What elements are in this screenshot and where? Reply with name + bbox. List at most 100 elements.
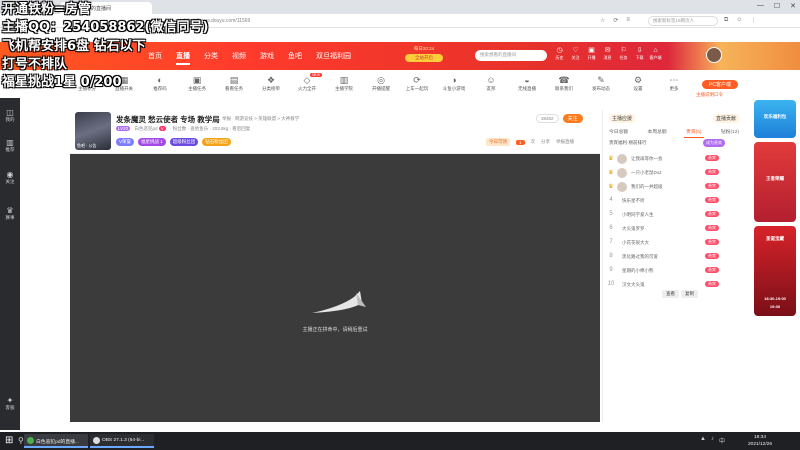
url-field[interactable]: https://www.douyu.com/11569 — [180, 16, 390, 26]
sidebar-item-follow[interactable]: ◉ 关注 — [0, 170, 20, 185]
minimize-icon[interactable]: — — [757, 2, 764, 10]
search-icon[interactable]: ⚲ — [18, 436, 24, 445]
taskbar-app-browser[interactable]: 白色恶犯pd的直播... — [24, 434, 88, 448]
header-task-button[interactable]: ⚐ 任务 — [617, 46, 630, 61]
rank-avatar[interactable] — [617, 168, 627, 178]
contribution-tab[interactable]: 直播贡献 — [712, 114, 739, 123]
rank-username[interactable]: 小明同学爱人生 — [622, 212, 654, 218]
category-item[interactable]: ⟳ 上车一起玩 — [400, 74, 434, 92]
header-banner[interactable] — [668, 42, 800, 70]
share-button[interactable]: 分享 — [541, 139, 550, 145]
category-item[interactable]: ⋯ 更多 — [657, 74, 691, 92]
rank-row[interactable]: ♛ 我们的一并超级 贵宾 — [607, 182, 741, 194]
category-item[interactable]: ▥ 主播学院 — [327, 74, 361, 92]
view-button[interactable]: 查看 — [662, 290, 679, 298]
nav-home[interactable]: 首页 — [148, 51, 162, 65]
header-promo[interactable]: 每日20:24 全站开启 — [405, 46, 443, 66]
nav-category[interactable]: 分类 — [204, 51, 218, 65]
pc-client-button[interactable]: PC客户端 — [702, 80, 738, 89]
nav-video[interactable]: 视频 — [232, 51, 246, 65]
extension-icon[interactable]: ⧉ — [724, 17, 728, 24]
tab-vip[interactable]: 贵宾(5) — [684, 126, 704, 138]
rank-username[interactable]: 黑化路过我的可爱 — [622, 254, 658, 260]
header-follow-button[interactable]: ♡ 关注 — [569, 46, 582, 61]
rank-row[interactable]: 7 小花花很大大 贵宾 — [607, 238, 741, 250]
rank-username[interactable]: 我们的一并超级 — [631, 184, 663, 190]
star-icon[interactable]: ☆ — [600, 17, 605, 24]
network-icon[interactable]: ▲ — [700, 436, 706, 445]
become-vip-button[interactable]: 成为贵宾 — [703, 139, 725, 147]
rank-row[interactable]: ♛ 让我再等你一会 贵宾 — [607, 154, 741, 166]
taskbar-app-obs[interactable]: OBS 27.1.3 (64-bi... — [90, 434, 154, 448]
category-item[interactable]: ✎ 发布动态 — [584, 74, 618, 92]
ad-banner-2[interactable]: 王者荣耀 — [754, 142, 796, 222]
support-tab[interactable]: 主播应援 — [609, 114, 636, 123]
category-item[interactable]: ◑ 斗鱼小游戏 — [437, 74, 471, 92]
promo-button[interactable]: 全站开启 — [405, 54, 443, 62]
tab-diamond[interactable]: 钻粉(12) — [719, 126, 741, 138]
header-open-button[interactable]: ▣ 开播 — [585, 46, 598, 61]
refresh-icon[interactable]: ⟳ — [613, 17, 618, 24]
nav-game[interactable]: 游戏 — [260, 51, 274, 65]
volume-icon[interactable]: ♪ — [711, 436, 714, 445]
category-item[interactable]: ◒ 无线直播 — [510, 74, 544, 92]
streamer-name[interactable]: 白色恶犯pd — [134, 126, 157, 131]
rank-username[interactable]: 汉文大头鬼 — [622, 282, 645, 288]
browser-search-input[interactable]: 搜索新标签15网页人 — [648, 16, 718, 26]
profile-icon[interactable]: ☺ — [736, 17, 742, 24]
nav-live[interactable]: 直播 — [176, 51, 190, 65]
header-client-button[interactable]: ⌂ 客户端 — [649, 46, 662, 61]
category-item[interactable]: ▤ 看看任务 — [217, 74, 251, 92]
header-message-button[interactable]: ✉ 消息 — [601, 46, 614, 61]
rank-username[interactable]: 快乐星不听 — [622, 198, 645, 204]
category-item[interactable]: ◐ 推荐码 — [143, 74, 177, 92]
nav-holiday[interactable]: 双旦福利园 — [316, 51, 351, 65]
sidebar-item-service[interactable]: ✦ 客服 — [0, 396, 20, 411]
category-item[interactable]: ◎ 开播提醒 — [364, 74, 398, 92]
category-item[interactable]: ▦ 直播开关 — [107, 74, 141, 92]
report-button[interactable]: 举报直播 — [556, 139, 574, 145]
rank-row[interactable]: 6 大头鬼罗罗 贵宾 — [607, 224, 741, 236]
ad-banner-3[interactable]: 圣诞宝藏 18:30-19:00 19:30 — [754, 226, 796, 316]
rank-row[interactable]: 4 快乐星不听 贵宾 — [607, 196, 741, 208]
streamer-avatar[interactable]: 鱼吧 · 公告 — [75, 112, 111, 150]
sidebar-item-recommend[interactable]: ▥ 推荐 — [0, 138, 20, 153]
room-category[interactable]: 举报 · 网游竞技 > 英雄联盟 > 大神教学 — [222, 116, 299, 122]
category-item[interactable]: ❖ 分类榜单 — [254, 74, 288, 92]
header-history-button[interactable]: ◷ 历史 — [553, 46, 566, 61]
browser-tab[interactable]: 白色恶犯PD的直播间 — [60, 2, 152, 14]
header-search-input[interactable]: 搜索想看的直播间 — [475, 50, 547, 61]
rank-username[interactable]: 一只小老鼠Dx2 — [631, 170, 662, 176]
super-fan-badge[interactable]: 超级粉丝团 — [169, 138, 199, 146]
ime-icon[interactable]: 中 — [719, 436, 725, 445]
close-icon[interactable]: ✕ — [790, 2, 796, 10]
header-download-button[interactable]: ⇩ 下载 — [633, 46, 646, 61]
rank-avatar[interactable] — [617, 154, 627, 164]
rank-row[interactable]: ♛ 一只小老鼠Dx2 贵宾 — [607, 168, 741, 180]
today-claim-label[interactable]: 今日可领 — [486, 138, 510, 146]
category-item[interactable]: ▣ 主播任务 — [180, 74, 214, 92]
taskbar-clock[interactable]: 18:34 2021/12/26 — [748, 434, 772, 448]
follow-button[interactable]: 关注 — [562, 114, 583, 123]
windows-start-icon[interactable]: ⊞ — [5, 436, 15, 446]
category-item[interactable]: ☺ 友邦 — [474, 74, 508, 92]
sidebar-item-mine[interactable]: ◫ 我的 — [0, 108, 20, 123]
video-player[interactable]: 主播正在拼命中，请稍后重试 — [70, 154, 600, 422]
rank-row[interactable]: 8 黑化路过我的可爱 贵宾 — [607, 252, 741, 264]
category-item[interactable]: ◈ 主播积分 — [70, 74, 104, 92]
rank-row[interactable]: 9 星期的小棉小熊 贵宾 — [607, 266, 741, 278]
ad-banner-1[interactable]: 欢乐福利包 — [754, 100, 796, 138]
rank-username[interactable]: 小花花很大大 — [622, 240, 649, 246]
category-item[interactable]: ⚙ 设置 — [621, 74, 655, 92]
maximize-icon[interactable]: ☐ — [774, 2, 780, 10]
rank-row[interactable]: 5 小明同学爱人生 贵宾 — [607, 210, 741, 222]
tab-week[interactable]: 本周总额 — [646, 126, 669, 138]
user-avatar[interactable] — [706, 47, 722, 63]
diamond-fan-badge[interactable]: 钻石粉丝团 — [202, 138, 231, 146]
honor-badge[interactable]: V荣誉 — [116, 138, 135, 146]
copy-button[interactable]: 复制 — [681, 290, 698, 298]
rank-username[interactable]: 大头鬼罗罗 — [622, 226, 645, 232]
category-item[interactable]: ☎ 联系我们 — [547, 74, 581, 92]
more-icon[interactable]: ⋮ — [750, 17, 756, 24]
rank-avatar[interactable] — [617, 182, 627, 192]
